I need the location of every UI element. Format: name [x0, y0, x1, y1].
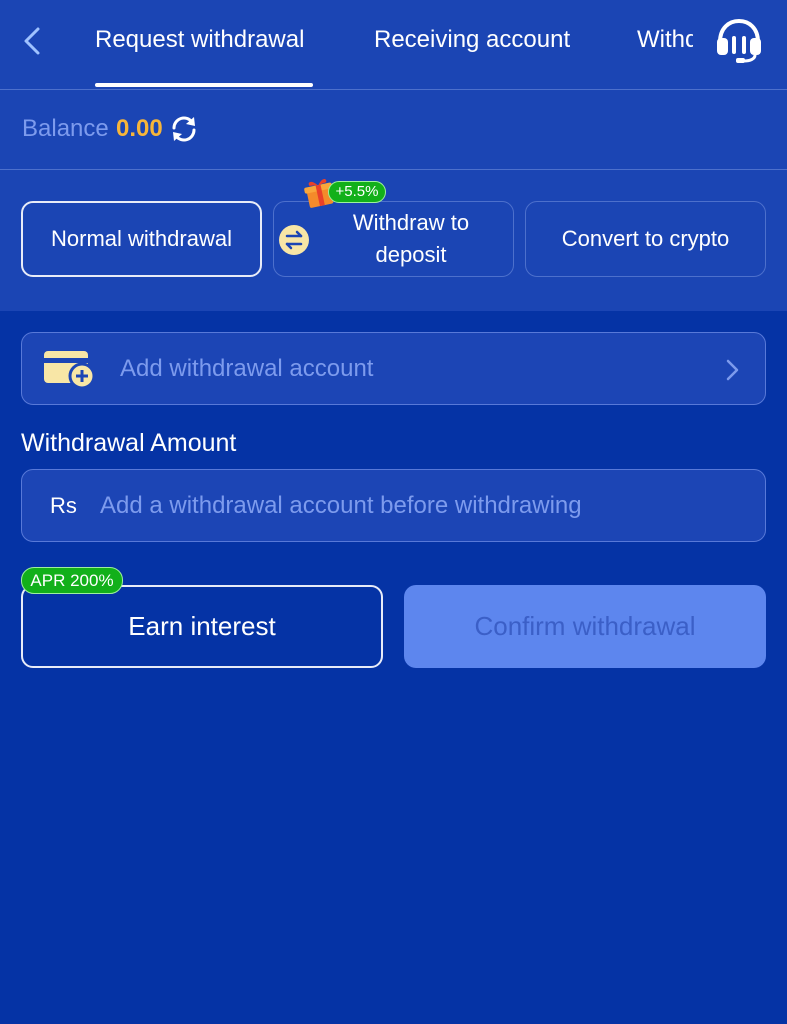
chevron-right-icon	[722, 357, 742, 383]
withdraw-to-deposit-label: Withdraw to deposit	[340, 207, 482, 271]
normal-withdrawal-label: Normal withdrawal	[51, 226, 232, 251]
back-arrow-icon[interactable]	[18, 24, 50, 58]
withdrawal-amount-input[interactable]	[100, 484, 740, 528]
wallet-add-icon	[42, 349, 96, 390]
deposit-bonus-badge: +5.5%	[328, 181, 386, 203]
confirm-withdrawal-button[interactable]: Confirm withdrawal	[404, 585, 766, 668]
earn-interest-label: Earn interest	[128, 611, 276, 641]
confirm-withdrawal-label: Confirm withdrawal	[474, 611, 696, 641]
apr-badge: APR 200%	[21, 567, 123, 594]
normal-withdrawal-button[interactable]: Normal withdrawal	[21, 201, 262, 277]
convert-to-crypto-label: Convert to crypto	[561, 226, 730, 251]
tab-request-withdrawal[interactable]: Request withdrawal	[95, 24, 304, 56]
balance-label: Balance	[22, 115, 109, 142]
convert-to-crypto-button[interactable]: Convert to crypto	[525, 201, 766, 277]
swap-icon	[278, 224, 310, 256]
tab-withdrawal-records-clip: Withdrawal records	[637, 24, 693, 58]
withdraw-to-deposit-line1: Withdraw to	[352, 210, 470, 235]
active-tab-indicator	[95, 83, 313, 87]
withdrawal-amount-field: Rs	[21, 469, 766, 542]
tab-receiving-account[interactable]: Receiving account	[374, 24, 570, 56]
withdraw-to-deposit-line2: deposit	[375, 242, 447, 267]
headset-icon[interactable]	[714, 18, 764, 64]
header-tabs: Request withdrawal Receiving account Wit…	[0, 0, 787, 90]
balance-row: Balance 0.00	[0, 89, 787, 170]
withdraw-to-deposit-button[interactable]: Withdraw to deposit	[273, 201, 514, 277]
add-withdrawal-account-button[interactable]: Add withdrawal account	[21, 332, 766, 405]
add-withdrawal-account-label: Add withdrawal account	[120, 355, 374, 382]
earn-interest-button[interactable]: Earn interest	[21, 585, 383, 668]
refresh-icon[interactable]	[170, 115, 198, 143]
withdrawal-amount-title: Withdrawal Amount	[21, 429, 237, 457]
tab-withdrawal-records[interactable]: Withdrawal records	[637, 24, 693, 56]
currency-symbol: Rs	[50, 493, 77, 518]
balance-value: 0.00	[116, 115, 163, 142]
